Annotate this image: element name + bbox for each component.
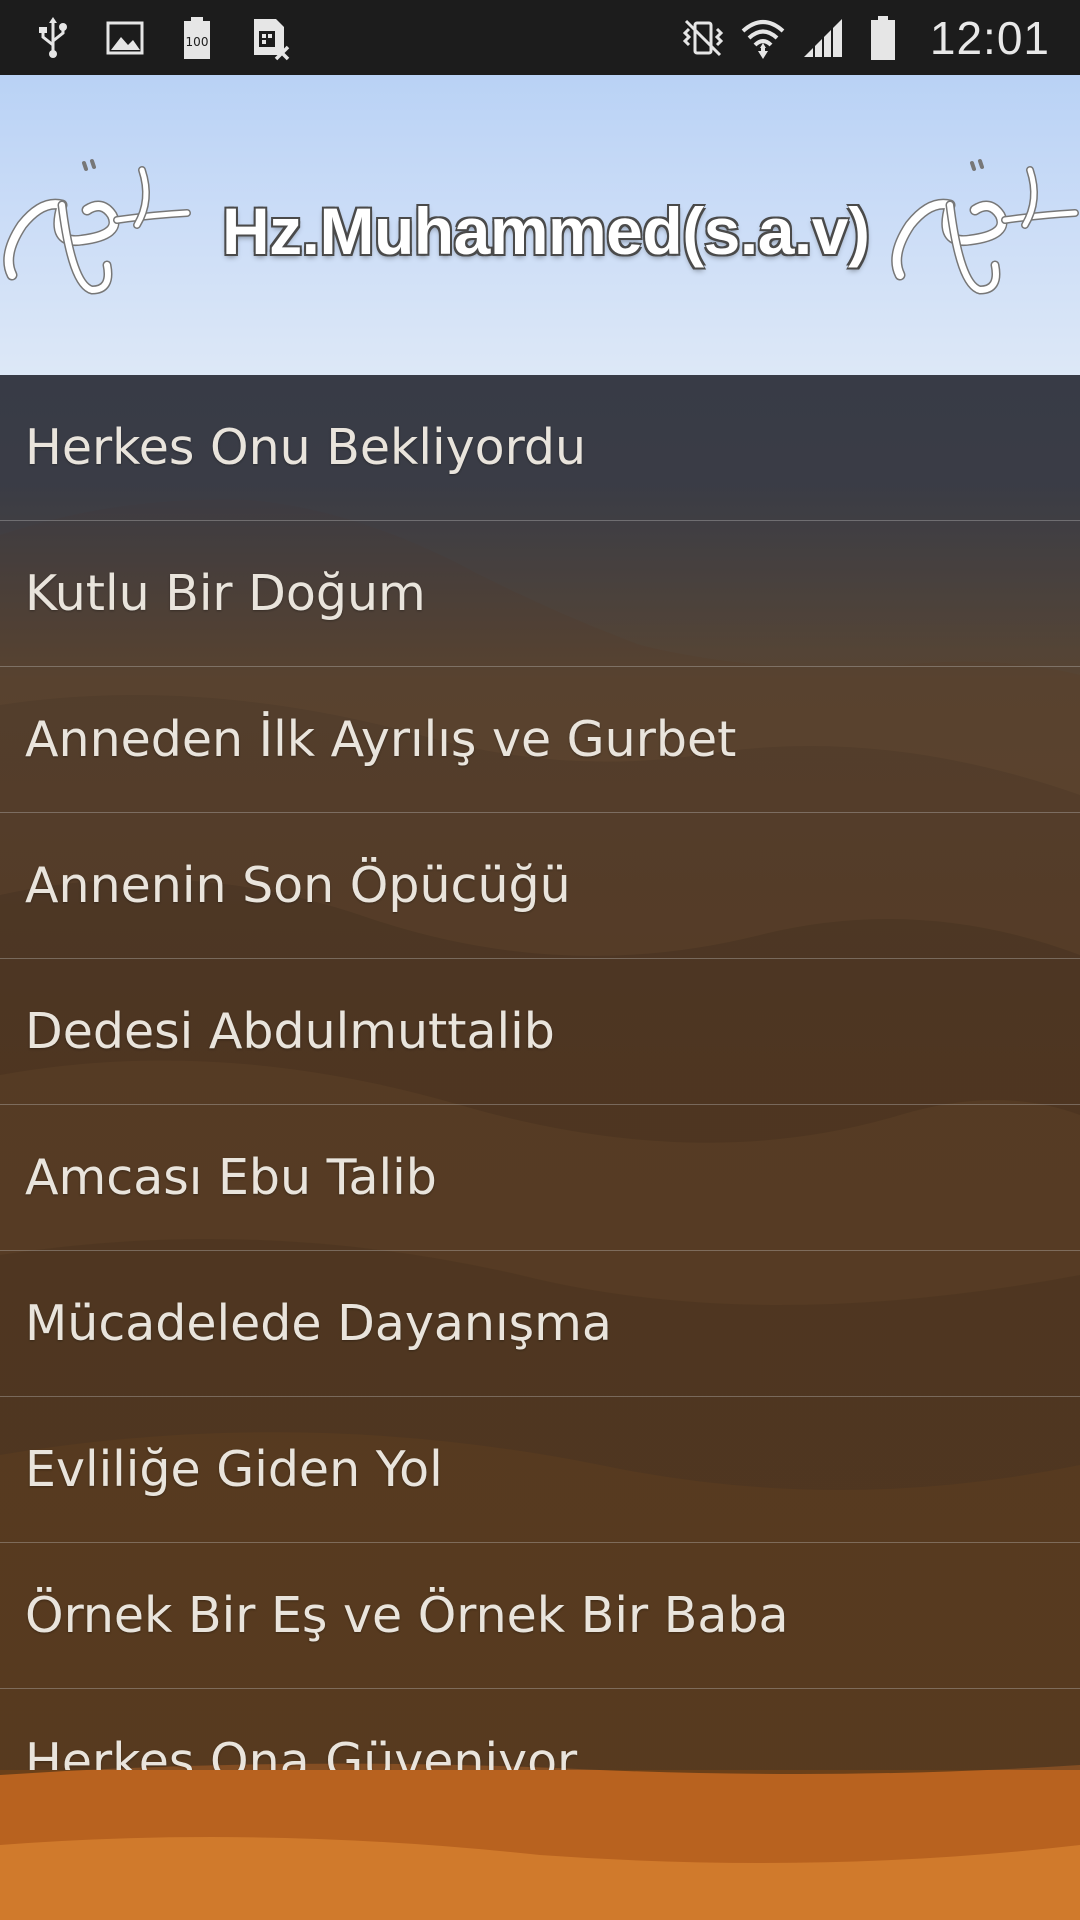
vibrate-icon (680, 15, 726, 61)
list-item-label: Amcası Ebu Talib (25, 1149, 437, 1206)
app-header-banner: Hz.Muhammed(s.a.v) (0, 75, 1080, 375)
list-item[interactable]: Herkes Ona Güveniyor (0, 1689, 1080, 1770)
list-item-label: Herkes Ona Güveniyor (25, 1733, 578, 1770)
list-item[interactable]: Kutlu Bir Doğum (0, 521, 1080, 667)
list-item-label: Örnek Bir Eş ve Örnek Bir Baba (25, 1587, 789, 1644)
list-item[interactable]: Örnek Bir Eş ve Örnek Bir Baba (0, 1543, 1080, 1689)
calligraphy-logo-left (3, 159, 191, 295)
app-title: Hz.Muhammed(s.a.v) (222, 194, 870, 268)
clock: 12:01 (929, 11, 1050, 64)
list-item[interactable]: Anneden İlk Ayrılış ve Gurbet (0, 667, 1080, 813)
usb-icon (30, 15, 76, 61)
battery-icon (860, 15, 906, 61)
svg-text:100: 100 (186, 35, 209, 49)
list-item[interactable]: Annenin Son Öpücüğü (0, 813, 1080, 959)
signal-icon (800, 15, 846, 61)
list-item-label: Annenin Son Öpücüğü (25, 857, 571, 914)
sim-error-icon (246, 15, 292, 61)
image-icon (102, 15, 148, 61)
list-item-label: Anneden İlk Ayrılış ve Gurbet (25, 711, 737, 768)
battery-100-icon: 100 (174, 15, 220, 61)
list-item-label: Mücadelede Dayanışma (25, 1295, 612, 1352)
list-item[interactable]: Evliliğe Giden Yol (0, 1397, 1080, 1543)
list-item[interactable]: Amcası Ebu Talib (0, 1105, 1080, 1251)
list-item-label: Kutlu Bir Doğum (25, 565, 426, 622)
list-item-label: Dedesi Abdulmuttalib (25, 1003, 555, 1060)
system-icons: 12:01 (680, 11, 1080, 65)
calligraphy-logo-right (891, 159, 1079, 295)
list-item[interactable]: Dedesi Abdulmuttalib (0, 959, 1080, 1105)
chapter-list[interactable]: Herkes Onu Bekliyordu Kutlu Bir Doğum An… (0, 375, 1080, 1770)
status-bar: 100 12:01 (0, 0, 1080, 75)
list-item-label: Herkes Onu Bekliyordu (25, 419, 587, 476)
notification-icons: 100 (0, 15, 292, 61)
wifi-icon (740, 15, 786, 61)
list-item-label: Evliliğe Giden Yol (25, 1441, 443, 1498)
list-item[interactable]: Mücadelede Dayanışma (0, 1251, 1080, 1397)
list-item[interactable]: Herkes Onu Bekliyordu (0, 375, 1080, 521)
